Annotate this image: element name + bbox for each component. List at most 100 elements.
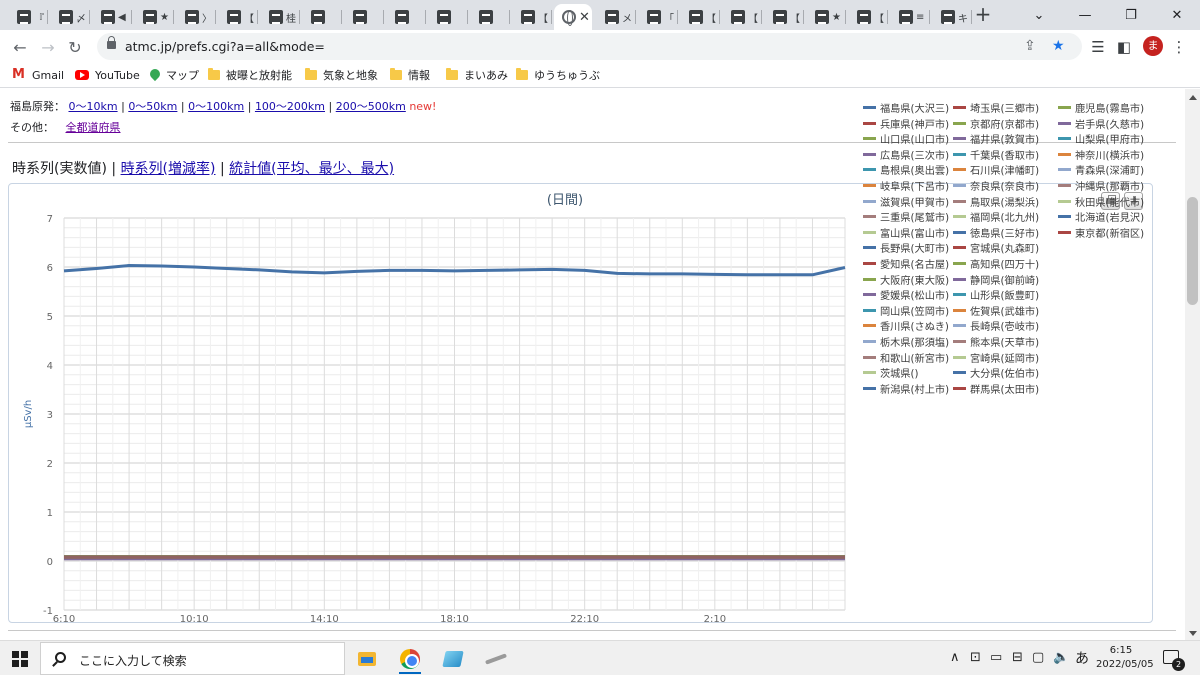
legend-item[interactable]: 佐賀県(武雄市) [953, 303, 1039, 318]
bookmark-item[interactable]: 被曝と放射能 [208, 67, 292, 83]
tab[interactable]: 〉 [176, 4, 216, 30]
legend-item[interactable]: 愛媛県(松山市) [863, 287, 949, 302]
mode-link-change-rate[interactable]: 時系列(増減率) [121, 161, 216, 177]
tab[interactable]: 【 [218, 4, 258, 30]
tab[interactable]: キ [932, 4, 972, 30]
legend-item[interactable]: 高知県(四万十) [953, 256, 1039, 271]
legend-item[interactable]: 岡山県(笠岡市) [863, 303, 949, 318]
bookmark-item[interactable]: YouTube [75, 67, 140, 83]
tray-device-icon[interactable]: ⊡ [970, 650, 981, 665]
page-scrollbar[interactable] [1185, 89, 1200, 640]
menu-kebab-icon[interactable]: ⋮ [1168, 36, 1190, 58]
legend-item[interactable]: 栃木県(那須塩) [863, 334, 949, 349]
legend-item[interactable]: 青森県(深浦町) [1058, 162, 1144, 177]
range-link-100-200[interactable]: 100〜200km [255, 100, 325, 113]
legend-item[interactable]: 神奈川(横浜市) [1058, 147, 1144, 162]
legend-item[interactable]: 福岡県(北九州) [953, 209, 1039, 224]
tab[interactable]: 『 [8, 4, 48, 30]
bookmark-item[interactable]: 気象と地象 [305, 67, 378, 83]
legend-item[interactable]: 大分県(佐伯市) [953, 365, 1039, 380]
legend-item[interactable]: 山形県(飯豊町) [953, 287, 1039, 302]
legend-item[interactable]: 埼玉県(三郷市) [953, 100, 1039, 115]
legend-item[interactable]: 岩手県(久慈市) [1058, 116, 1144, 131]
legend-item[interactable]: 茨城県() [863, 365, 919, 380]
tab[interactable]: 【 [680, 4, 720, 30]
minimize-button[interactable]: — [1062, 0, 1108, 30]
tray-network-icon[interactable]: ⊟ [1012, 650, 1023, 665]
side-panel-icon[interactable]: ◧ [1113, 36, 1135, 58]
back-button[interactable]: ← [9, 36, 31, 58]
reload-button[interactable]: ↻ [64, 36, 86, 58]
bookmark-item[interactable]: まいあみ [446, 67, 508, 83]
tab[interactable] [470, 4, 510, 30]
close-tab-icon[interactable]: ✕ [579, 10, 590, 25]
legend-item[interactable]: 大阪府(東大阪) [863, 272, 949, 287]
legend-item[interactable]: 岐阜県(下呂市) [863, 178, 949, 193]
tab[interactable] [428, 4, 468, 30]
legend-item[interactable]: 宮崎県(延岡市) [953, 350, 1039, 365]
range-link-0-10[interactable]: 0〜10km [69, 100, 118, 113]
tab-search-icon[interactable]: ⌄ [1016, 0, 1062, 30]
legend-item[interactable]: 島根県(奥出雲) [863, 162, 949, 177]
tray-overflow-chevron-icon[interactable]: ∧ [950, 650, 960, 665]
legend-item[interactable]: 群馬県(太田市) [953, 381, 1039, 396]
tab[interactable]: 【 [848, 4, 888, 30]
legend-item[interactable]: 山梨県(甲府市) [1058, 131, 1144, 146]
tab[interactable]: 【 [764, 4, 804, 30]
bookmark-item[interactable]: マップ [150, 67, 199, 83]
tab[interactable]: ★ [806, 4, 846, 30]
tab[interactable] [386, 4, 426, 30]
new-tab-button[interactable]: + [972, 4, 994, 26]
forward-button[interactable]: → [37, 36, 59, 58]
legend-item[interactable]: 兵庫県(神戸市) [863, 116, 949, 131]
windows-start-icon[interactable] [12, 651, 28, 667]
mode-link-statistics[interactable]: 統計値(平均、最少、最大) [229, 161, 394, 177]
tray-battery-icon[interactable]: ▭ [990, 650, 1002, 665]
legend-item[interactable]: 愛知県(名古屋) [863, 256, 949, 271]
notes-app[interactable] [438, 644, 468, 674]
scroll-thumb[interactable] [1187, 197, 1198, 305]
legend-item[interactable]: 石川県(津幡町) [953, 162, 1039, 177]
legend-item[interactable]: 山口県(山口市) [863, 131, 949, 146]
legend-item[interactable]: 沖縄県(那覇市) [1058, 178, 1144, 193]
bookmark-star-icon[interactable]: ★ [1052, 38, 1065, 54]
tray-display-icon[interactable]: ▢ [1032, 650, 1044, 665]
pen-app[interactable] [481, 644, 511, 674]
tab[interactable]: メ [596, 4, 636, 30]
legend-item[interactable]: 徳島県(三好市) [953, 225, 1039, 240]
taskbar-clock[interactable]: 6:15 2022/05/05 [1096, 644, 1154, 672]
tab[interactable] [302, 4, 342, 30]
legend-item[interactable]: 和歌山(新宮市) [863, 350, 949, 365]
legend-item[interactable]: 東京都(新宿区) [1058, 225, 1144, 240]
legend-item[interactable]: 長野県(大町市) [863, 240, 949, 255]
tab[interactable]: 桂 [260, 4, 300, 30]
scroll-down-arrow[interactable] [1189, 631, 1197, 636]
legend-item[interactable]: 静岡県(御前崎) [953, 272, 1039, 287]
legend-item[interactable]: 宮城県(丸森町) [953, 240, 1039, 255]
tray-volume-icon[interactable]: 🔈 [1053, 650, 1069, 665]
range-link-0-50[interactable]: 0〜50km [128, 100, 177, 113]
tab-active[interactable]: ✕ [554, 4, 592, 30]
address-bar[interactable]: atmc.jp/prefs.cgi?a=all&mode= ⇪ ★ [97, 33, 1082, 60]
tab[interactable]: ◀ [92, 4, 132, 30]
legend-item[interactable]: 福島県(大沢三) [863, 100, 949, 115]
legend-item[interactable]: 富山県(富山市) [863, 225, 949, 240]
tab[interactable] [344, 4, 384, 30]
legend-item[interactable]: 香川県(さぬき) [863, 318, 949, 333]
file-explorer-app[interactable] [352, 644, 382, 674]
legend-item[interactable]: 北海道(岩見沢) [1058, 209, 1144, 224]
tab[interactable]: 〆 [50, 4, 90, 30]
scroll-up-arrow[interactable] [1189, 95, 1197, 100]
legend-item[interactable]: 鹿児島(霧島市) [1058, 100, 1144, 115]
legend-item[interactable]: 広島県(三次市) [863, 147, 949, 162]
all-prefectures-link[interactable]: 全都道府県 [66, 121, 121, 134]
tab[interactable]: ★ [134, 4, 174, 30]
tab[interactable]: 【 [722, 4, 762, 30]
ime-indicator[interactable]: あ [1075, 648, 1089, 668]
legend-item[interactable]: 熊本県(天草市) [953, 334, 1039, 349]
bookmark-item[interactable]: 情報 [390, 67, 430, 83]
legend-item[interactable]: 新潟県(村上市) [863, 381, 949, 396]
share-icon[interactable]: ⇪ [1024, 38, 1036, 54]
tab[interactable]: 【 [512, 4, 552, 30]
close-window-button[interactable]: ✕ [1154, 0, 1200, 30]
